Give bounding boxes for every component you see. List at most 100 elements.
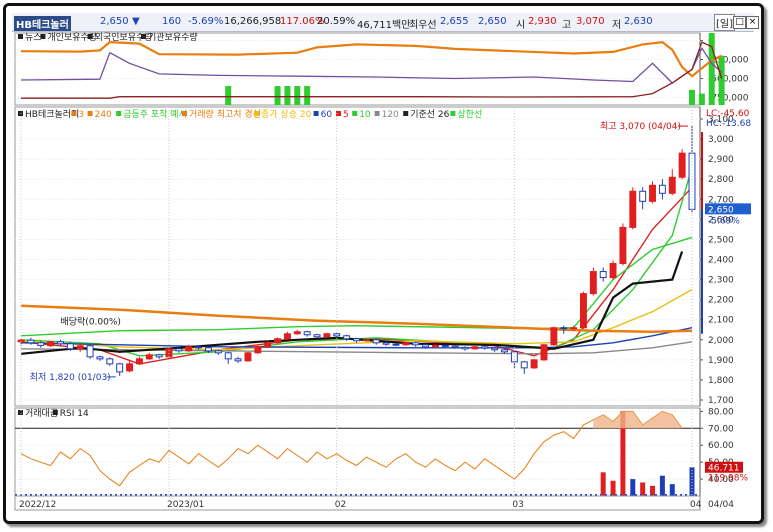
candle-body — [570, 327, 578, 330]
candle-body — [234, 358, 242, 362]
high-annotation: 최고 3,070 (04/04) — [600, 121, 681, 132]
candle-body — [639, 190, 647, 202]
candle-body — [57, 341, 64, 345]
candle-body — [66, 343, 74, 350]
candle-body — [392, 343, 400, 346]
candle-body — [185, 346, 193, 352]
y-tick-label: 2,400 — [708, 256, 734, 266]
candle-body — [609, 263, 617, 279]
candle-body — [649, 184, 656, 202]
candle-body — [254, 346, 262, 354]
candle-body — [126, 363, 134, 372]
x-axis-strip — [14, 495, 701, 511]
candle-body — [658, 184, 666, 194]
y-tick-label: 3,000 — [708, 135, 734, 145]
candle-body — [491, 347, 499, 351]
x-tick-label: 02 — [335, 500, 346, 510]
legend-swatch — [182, 111, 187, 116]
candle-body — [244, 352, 252, 362]
legend-label: 종가 상승 20 — [261, 109, 312, 120]
candle-body — [471, 346, 479, 350]
candle-body — [155, 354, 163, 358]
legend-swatch — [141, 34, 146, 39]
candle-body — [520, 361, 528, 369]
candle-body — [431, 344, 439, 348]
candle-body — [214, 350, 222, 354]
candle-body — [362, 339, 370, 342]
y-tick-label: 2,100 — [708, 316, 734, 326]
amount-bar — [610, 480, 616, 496]
legend-swatch — [87, 111, 93, 116]
y-tick-label: 1,800 — [708, 376, 734, 386]
x-tick-label: 2022/12 — [19, 500, 56, 510]
y-tick-label: 60.00 — [708, 441, 734, 451]
candle-body — [27, 339, 35, 344]
candle-body — [461, 346, 469, 350]
news-bar — [698, 93, 705, 105]
price-tag-pct: -5.69% — [708, 216, 740, 226]
legend-label: 기준선 26 — [410, 109, 449, 120]
legend-label: 60 — [321, 110, 333, 120]
legend-swatch — [18, 34, 23, 39]
legend-label: 10 — [359, 110, 371, 120]
chart-svg: 0-250,000-500,000-750,000뉴스개인보유수량외국인보유수량… — [14, 31, 751, 511]
news-bar — [718, 55, 725, 105]
candle-body — [629, 190, 637, 228]
x-tick-label: 03 — [512, 500, 523, 510]
legend-swatch — [52, 410, 58, 415]
y-tick-label: 80.00 — [708, 407, 734, 417]
hc-label: HC:-13.68 — [706, 119, 751, 129]
candle-body — [274, 338, 282, 344]
rsi-value-label-2: 119.98% — [708, 474, 748, 484]
candle-body — [540, 344, 548, 361]
legend-label: HB테크놀러지 — [25, 109, 79, 120]
candle-body — [422, 344, 430, 348]
candle-body — [224, 352, 232, 360]
legend-swatch — [116, 111, 122, 116]
candle-body — [451, 345, 459, 348]
legend-swatch — [352, 111, 358, 116]
candle-body — [501, 349, 508, 353]
legend-swatch — [450, 111, 456, 116]
price-tag-label: 2,650 — [708, 205, 734, 215]
candle-body — [313, 334, 321, 338]
candle-body — [530, 359, 538, 369]
amount-bar — [659, 475, 665, 496]
candle-body — [47, 341, 55, 347]
y-tick-label: 70.00 — [708, 424, 734, 434]
y-tick-label: 2,000 — [708, 336, 734, 346]
candle-body — [86, 345, 94, 358]
candle-body — [353, 338, 360, 342]
legend-label: 120 — [382, 110, 399, 120]
legend-label: 5 — [343, 110, 349, 120]
legend-swatch — [40, 34, 46, 39]
candle-body — [599, 271, 607, 279]
candle-body — [303, 331, 311, 336]
candle-body — [343, 335, 351, 340]
low-annotation: 최저 1,820 (01/03) — [30, 372, 111, 383]
candle-body — [96, 356, 104, 360]
candle-body — [560, 327, 568, 330]
news-bar — [284, 86, 291, 105]
legend-swatch — [403, 111, 409, 116]
candle-body — [412, 342, 420, 346]
candle-body — [106, 358, 114, 365]
legend-swatch — [374, 111, 380, 116]
candle-body — [293, 331, 301, 335]
dividend-label: 배당락(0.00%) — [60, 316, 120, 328]
legend-swatch — [254, 111, 259, 116]
legend-label: RSI 14 — [60, 409, 89, 419]
candle-body — [579, 293, 587, 329]
candle-body — [323, 333, 331, 338]
legend-label: 거래량 최고치 경신 — [189, 108, 261, 120]
y-tick-label: 2,300 — [708, 276, 734, 286]
candle-body — [372, 339, 380, 344]
legend-label: 240 — [95, 110, 112, 120]
legend-label: 뉴스 — [25, 32, 42, 43]
legend-swatch — [313, 111, 319, 116]
candle-body — [441, 344, 449, 347]
news-bar — [689, 89, 695, 105]
legend-swatch — [87, 34, 93, 39]
legend-label: 기관보유수량 — [148, 31, 198, 43]
lc-label: LC:-45.60 — [706, 109, 750, 119]
